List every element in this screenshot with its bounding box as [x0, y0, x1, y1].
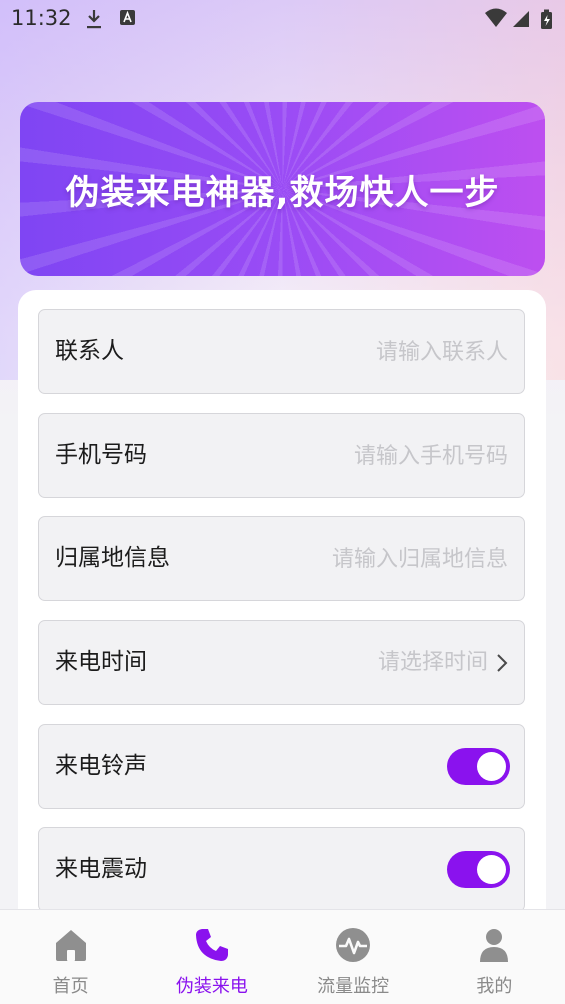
vibration-label: 来电震动	[55, 856, 147, 882]
tab-traffic-monitor-label: 流量监控	[317, 976, 390, 997]
vibration-field: 来电震动	[38, 827, 525, 912]
phone-input[interactable]	[268, 436, 508, 476]
tab-home-label: 首页	[52, 976, 89, 997]
call-time-label: 来电时间	[55, 649, 147, 675]
contact-input[interactable]	[268, 332, 508, 372]
wifi-icon	[485, 8, 507, 27]
banner-title: 伪装来电神器,救场快人一步	[65, 172, 500, 213]
chevron-right-icon	[497, 654, 508, 672]
tab-mine-label: 我的	[476, 976, 513, 997]
ringtone-label: 来电铃声	[55, 753, 147, 779]
toggle-knob	[477, 855, 506, 884]
tab-fake-call[interactable]: 伪装来电	[141, 910, 282, 1004]
download-icon	[87, 10, 101, 29]
phone-icon	[195, 929, 228, 961]
cell-signal-icon	[513, 11, 529, 27]
vibration-toggle[interactable]	[447, 851, 510, 888]
call-time-value: 请选择时间	[377, 650, 488, 675]
contact-field: 联系人	[38, 309, 525, 394]
location-label: 归属地信息	[55, 545, 170, 571]
user-icon	[480, 929, 509, 962]
phone-field: 手机号码	[38, 413, 525, 498]
contact-label: 联系人	[55, 338, 124, 364]
phone-label: 手机号码	[55, 442, 147, 468]
call-time-select[interactable]: 来电时间 请选择时间	[38, 620, 525, 705]
status-time: 11:32	[11, 6, 72, 30]
pulse-icon	[336, 928, 371, 962]
promo-banner: 伪装来电神器,救场快人一步	[20, 102, 545, 276]
tab-home[interactable]: 首页	[0, 910, 141, 1004]
tab-mine[interactable]: 我的	[424, 910, 565, 1004]
ringtone-field: 来电铃声	[38, 724, 525, 809]
status-right-icons	[485, 8, 552, 29]
home-icon	[55, 930, 86, 961]
bottom-tab-bar: 首页 伪装来电 流量监控 我的	[0, 909, 565, 1004]
location-field: 归属地信息	[38, 516, 525, 601]
a-notification-icon	[120, 10, 135, 25]
tab-fake-call-label: 伪装来电	[175, 976, 248, 997]
status-bar: 11:32	[0, 0, 565, 38]
location-input[interactable]	[248, 539, 508, 579]
toggle-knob	[477, 752, 506, 781]
battery-charging-icon	[541, 9, 552, 29]
ringtone-toggle[interactable]	[447, 748, 510, 785]
tab-traffic-monitor[interactable]: 流量监控	[283, 910, 424, 1004]
